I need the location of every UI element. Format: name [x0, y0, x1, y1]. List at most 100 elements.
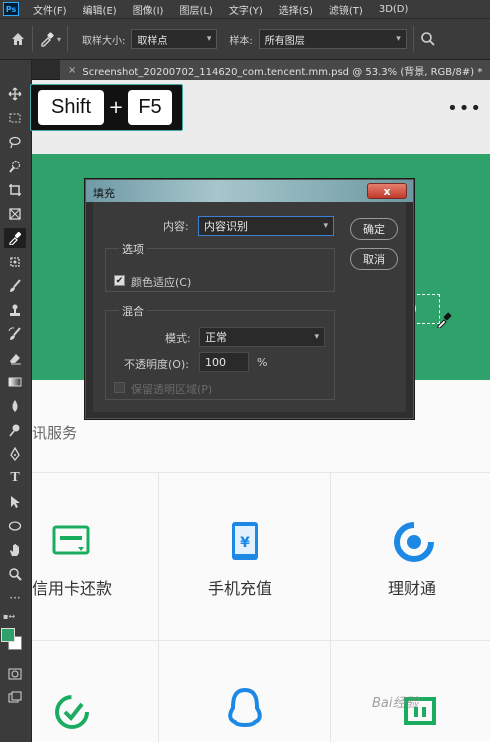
screen-mode-icon[interactable] [4, 688, 26, 708]
foreground-color-swatch[interactable] [1, 628, 15, 642]
document-tab[interactable]: × Screenshot_20200702_114620_com.tencent… [60, 60, 490, 80]
clone-stamp-tool-icon[interactable] [4, 300, 26, 320]
chevron-down-icon: ▾ [314, 332, 319, 342]
pen-tool-icon[interactable] [4, 444, 26, 464]
menu-select[interactable]: 选择(S) [279, 2, 313, 17]
close-button[interactable]: x [367, 183, 407, 199]
home-icon[interactable] [10, 31, 26, 47]
menu-filter[interactable]: 滤镜(T) [329, 2, 363, 17]
watermark-text: Bai经验 [372, 696, 419, 711]
menu-edit[interactable]: 编辑(E) [83, 2, 117, 17]
tools-panel: T ··· ▪↔ [0, 60, 32, 742]
menu-3d[interactable]: 3D(D) [379, 4, 409, 15]
opacity-input[interactable]: 100 [199, 352, 249, 372]
divider [330, 472, 331, 742]
service-label-credit-card[interactable]: 信用卡还款 [32, 575, 112, 599]
ok-button[interactable]: 确定 [350, 218, 398, 240]
blur-tool-icon[interactable] [4, 396, 26, 416]
dialog-titlebar[interactable]: 填充 x [86, 180, 413, 202]
search-icon[interactable] [420, 31, 436, 47]
type-tool-icon[interactable]: T [4, 468, 26, 488]
blend-group-title: 混合 [119, 303, 147, 319]
penguin-icon[interactable] [225, 686, 265, 732]
sample-label: 样本: [229, 35, 253, 47]
mode-value: 正常 [205, 331, 227, 344]
content-label: 内容: [163, 220, 189, 233]
service-label-phone-recharge[interactable]: 手机充值 [208, 575, 272, 599]
chevron-down-icon: ▾ [206, 34, 212, 44]
fill-dialog: 填充 x 内容: 内容识别 ▾ 确定 取消 选项 ✔ 颜色适应(C) 混合 模式… [85, 179, 414, 419]
sample-value: 所有图层 [264, 35, 305, 47]
menu-bar: Ps 文件(F) 编辑(E) 图像(I) 图层(L) 文字(Y) 选择(S) 滤… [0, 0, 490, 18]
lasso-tool-icon[interactable] [4, 132, 26, 152]
spot-healing-tool-icon[interactable] [4, 252, 26, 272]
history-brush-tool-icon[interactable] [4, 324, 26, 344]
service-label-wealth[interactable]: 理财通 [388, 575, 436, 599]
quick-select-tool-icon[interactable] [4, 156, 26, 176]
default-colors-icon[interactable]: ▪↔ [3, 612, 15, 621]
more-options-icon: ••• [447, 98, 482, 119]
sample-size-select[interactable]: 取样点 ▾ [131, 29, 218, 49]
sample-select[interactable]: 所有图层 ▾ [258, 29, 407, 49]
sample-size-value: 取样点 [137, 35, 168, 47]
divider [32, 472, 490, 473]
menu-image[interactable]: 图像(I) [133, 2, 164, 17]
section-title: 讯服务 [32, 424, 78, 442]
gradient-tool-icon[interactable] [4, 372, 26, 392]
move-tool-icon[interactable] [4, 84, 26, 104]
divider [158, 472, 159, 742]
dialog-title: 填充 [93, 187, 115, 200]
mode-label: 模式: [165, 332, 191, 345]
zoom-tool-icon[interactable] [4, 564, 26, 584]
eyedropper-tool-preset-icon[interactable]: ▾ [39, 31, 61, 47]
keyboard-shortcut-overlay: Shift + F5 [30, 84, 183, 131]
options-bar: ▾ 取样大小: 取样点 ▾ 样本: 所有图层 ▾ [0, 18, 490, 60]
divider [412, 26, 414, 52]
mode-select[interactable]: 正常 ▾ [199, 327, 325, 347]
content-value: 内容识别 [204, 220, 248, 233]
path-selection-tool-icon[interactable] [4, 492, 26, 512]
menu-layer[interactable]: 图层(L) [179, 2, 212, 17]
document-tab-bar: × Screenshot_20200702_114620_com.tencent… [32, 60, 490, 80]
divider [32, 640, 490, 641]
menu-type[interactable]: 文字(Y) [229, 2, 263, 17]
color-adapt-checkbox[interactable]: ✔ [114, 275, 125, 286]
check-circle-icon[interactable] [52, 690, 92, 730]
chevron-down-icon: ▾ [396, 34, 401, 44]
eraser-tool-icon[interactable] [4, 348, 26, 368]
ellipse-tool-icon[interactable] [4, 516, 26, 536]
preserve-transparency-checkbox[interactable] [114, 382, 125, 393]
sample-size-label: 取样大小: [82, 35, 126, 47]
document-title: Screenshot_20200702_114620_com.tencent.m… [82, 66, 483, 78]
shift-key: Shift [38, 90, 104, 125]
dodge-tool-icon[interactable] [4, 420, 26, 440]
content-select[interactable]: 内容识别 ▾ [198, 216, 334, 236]
color-adapt-label[interactable]: 颜色适应(C) [131, 274, 191, 290]
quick-mask-icon[interactable] [4, 664, 26, 684]
svg-text:¥: ¥ [240, 535, 250, 551]
opacity-unit: % [257, 356, 268, 369]
preserve-transparency-label: 保留透明区域(P) [131, 383, 213, 396]
marquee-tool-icon[interactable] [4, 108, 26, 128]
options-group-title: 选项 [119, 241, 147, 257]
brush-tool-icon[interactable] [4, 276, 26, 296]
crop-tool-icon[interactable] [4, 180, 26, 200]
f5-key: F5 [128, 90, 172, 125]
more-tools-icon[interactable]: ··· [4, 588, 26, 608]
phone-recharge-icon[interactable]: ¥ [230, 520, 260, 562]
menu-file[interactable]: 文件(F) [33, 2, 67, 17]
credit-card-icon[interactable] [52, 525, 92, 557]
cancel-button[interactable]: 取消 [350, 248, 398, 270]
wealth-icon[interactable] [392, 520, 436, 564]
divider [67, 26, 69, 52]
hand-tool-icon[interactable] [4, 540, 26, 560]
eyedropper-cursor-icon [437, 312, 452, 328]
frame-tool-icon[interactable] [4, 204, 26, 224]
photoshop-logo: Ps [3, 2, 19, 16]
chevron-down-icon: ▾ [323, 221, 328, 231]
eyedropper-tool-icon[interactable] [4, 228, 26, 248]
opacity-label: 不透明度(O): [124, 358, 189, 371]
plus-sign: + [108, 97, 124, 118]
divider [32, 26, 33, 52]
close-icon[interactable]: × [68, 65, 76, 76]
